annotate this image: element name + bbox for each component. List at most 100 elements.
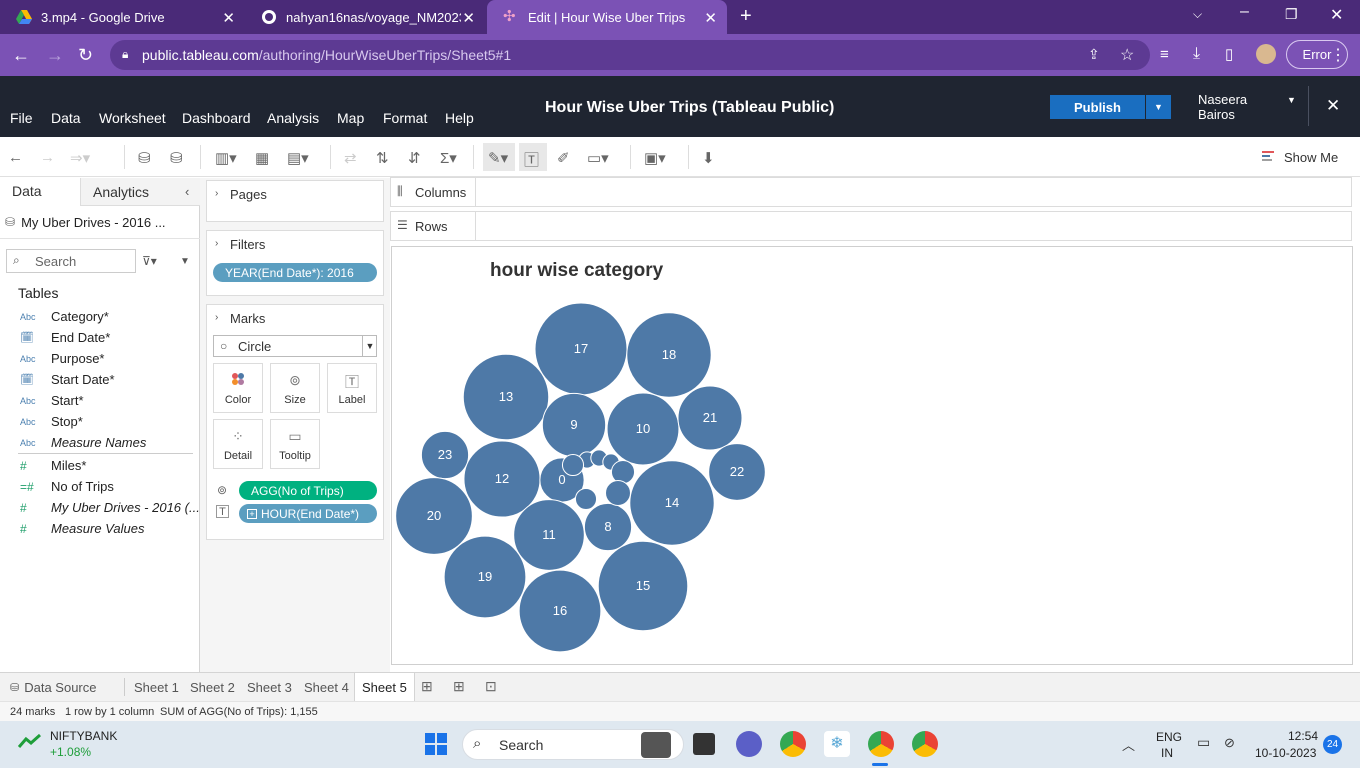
field-item[interactable]: Abc Measure Names — [0, 432, 198, 453]
pages-card[interactable]: › Pages — [206, 180, 384, 222]
chrome-profile-icon[interactable] — [868, 731, 894, 757]
menu-dashboard[interactable]: Dashboard — [182, 110, 251, 126]
show-me-label[interactable]: Show Me — [1284, 150, 1338, 165]
redo-icon[interactable]: → — [40, 149, 55, 166]
sheet-tab-1[interactable]: Sheet 1 — [127, 673, 186, 701]
size-pill[interactable]: AGG(No of Trips) — [239, 481, 377, 500]
tooltip-button[interactable]: ▭ Tooltip — [270, 419, 320, 469]
clock-time[interactable]: 12:54 — [1288, 729, 1318, 743]
chrome-icon-2[interactable] — [912, 731, 938, 757]
menu-help[interactable]: Help — [445, 110, 474, 126]
sheet-tab-2[interactable]: Sheet 2 — [183, 673, 242, 701]
task-view-icon[interactable] — [693, 733, 715, 755]
sidepanel-icon[interactable]: ▯ — [1225, 45, 1233, 63]
url-field[interactable]: 🔒︎ public.tableau.com/authoring/HourWise… — [110, 40, 1150, 70]
filters-card[interactable]: › Filters YEAR(End Date*): 2016 — [206, 230, 384, 296]
rows-shelf[interactable]: ☰ Rows — [390, 211, 1352, 241]
replay-icon[interactable]: ⇒▾ — [70, 149, 90, 167]
close-icon[interactable]: ✕ — [462, 9, 475, 27]
collapse-pane-icon[interactable]: ‹ — [185, 184, 189, 199]
field-item[interactable]: # Miles* — [0, 455, 198, 476]
media-icon[interactable]: ≡ — [1160, 46, 1169, 63]
fit-view-icon[interactable]: ▭▾ — [587, 149, 609, 167]
user-menu-chevron-icon[interactable]: ▼ — [1287, 95, 1296, 105]
share-icon[interactable]: ⇪ — [1088, 46, 1100, 63]
datasource-tab[interactable]: ⛁ Data Source — [10, 673, 96, 701]
mark-type-chevron-icon[interactable]: ▼ — [362, 336, 377, 356]
browser-tab-drive[interactable]: 3.mp4 - Google Drive ✕ — [0, 0, 245, 34]
publish-dropdown-chevron-icon[interactable]: ▼ — [1146, 95, 1171, 119]
lang-line1[interactable]: ENG — [1156, 730, 1182, 744]
bubble-mark[interactable] — [574, 487, 598, 511]
sheet-tab-4[interactable]: Sheet 4 — [297, 673, 356, 701]
duplicate-sheet-icon[interactable]: ▦ — [255, 149, 269, 167]
pause-updates-icon[interactable]: ⛁ — [170, 149, 183, 167]
taskbar-search[interactable]: ⌕ Search — [462, 729, 684, 760]
totals-icon[interactable]: Σ▾ — [440, 149, 457, 167]
field-item[interactable]: Abc Purpose* — [0, 348, 198, 369]
new-datasource-icon[interactable]: ⛁ — [138, 149, 151, 167]
pane-menu-chevron-icon[interactable]: ▼ — [180, 256, 190, 267]
filter-pill[interactable]: YEAR(End Date*): 2016 — [213, 263, 377, 282]
reload-icon[interactable]: ↻ — [78, 45, 93, 66]
bubble-mark[interactable] — [610, 459, 636, 485]
new-worksheet-icon[interactable]: ⊞ — [421, 678, 433, 695]
snowflake-app-icon[interactable]: ❄ — [824, 731, 850, 757]
close-icon[interactable]: ✕ — [704, 9, 717, 27]
collapse-chevron-icon[interactable]: › — [215, 238, 218, 249]
columns-shelf[interactable]: ⫼ Columns — [390, 177, 1352, 207]
close-window-icon[interactable]: ✕ — [1330, 5, 1343, 25]
highlight-icon[interactable]: ✎▾ — [488, 149, 508, 167]
meet-app-icon[interactable] — [736, 731, 762, 757]
collapse-chevron-icon[interactable]: › — [215, 312, 218, 323]
field-item[interactable]: Abc Category* — [0, 306, 198, 327]
field-search-input[interactable]: ⌕ Search — [6, 249, 136, 273]
display-icon[interactable]: ▭ — [1197, 734, 1210, 751]
field-item[interactable]: 🗓︎ End Date* — [0, 327, 198, 348]
menu-analysis[interactable]: Analysis — [267, 110, 319, 126]
new-tab-icon[interactable]: + — [740, 5, 752, 28]
tab-data[interactable]: Data — [0, 178, 80, 206]
sort-descending-icon[interactable]: ⇵ — [408, 149, 421, 167]
chevron-down-icon[interactable]: ⌵ — [1193, 7, 1202, 22]
presentation-icon[interactable]: ▣▾ — [644, 149, 666, 167]
notification-badge[interactable]: 24 — [1323, 735, 1342, 754]
new-dashboard-icon[interactable]: ⊞ — [453, 678, 465, 695]
bubble-chart[interactable]: 17 18 13 9 10 21 23 12 0 14 22 20 11 8 19 16 15 — [392, 247, 1352, 664]
size-button[interactable]: ⊚ Size — [270, 363, 320, 413]
minimize-icon[interactable]: – — [1240, 3, 1249, 21]
mark-type-select[interactable]: ○ Circle ▼ — [213, 335, 377, 357]
user-name[interactable]: Naseera Bairos — [1198, 92, 1247, 122]
menu-file[interactable]: File — [10, 110, 33, 126]
bubble-mark[interactable] — [561, 453, 585, 477]
browser-tab-tableau[interactable]: ✣ Edit | Hour Wise Uber Trips ✕ — [487, 0, 727, 34]
sheet-tab-3[interactable]: Sheet 3 — [240, 673, 299, 701]
speaker-muted-icon[interactable]: ⊘ — [1224, 735, 1235, 751]
windows-start-icon[interactable] — [425, 733, 447, 758]
field-item[interactable]: # My Uber Drives - 2016 (... — [0, 497, 200, 518]
show-me-icon[interactable] — [1262, 150, 1276, 167]
bookmark-star-icon[interactable]: ☆ — [1120, 45, 1134, 65]
undo-icon[interactable]: ← — [8, 149, 23, 166]
download-icon[interactable]: ⤓ — [1193, 45, 1200, 63]
kebab-menu-icon[interactable]: ⋮ — [1330, 45, 1346, 65]
show-labels-icon[interactable]: 🅃︎ — [524, 149, 539, 170]
browser-tab-github[interactable]: nahyan16nas/voyage_NM2023T ✕ — [245, 0, 485, 34]
filter-fields-icon[interactable]: ⊽▾ — [142, 254, 157, 268]
close-icon[interactable]: ✕ — [222, 9, 235, 27]
new-worksheet-icon[interactable]: ▥▾ — [215, 149, 237, 167]
menu-map[interactable]: Map — [337, 110, 364, 126]
datasource-item[interactable]: ⛁ My Uber Drives - 2016 ... — [5, 212, 197, 232]
swap-icon[interactable]: ⇄ — [344, 149, 357, 167]
tab-analytics[interactable]: Analytics ‹ — [80, 178, 200, 206]
clear-sheet-icon[interactable]: ▤▾ — [287, 149, 309, 167]
field-item[interactable]: =# No of Trips — [0, 476, 198, 497]
viz-canvas[interactable]: hour wise category 17 18 13 9 10 21 23 12 0 14 22 2… — [391, 246, 1353, 665]
format-workbook-icon[interactable]: ✐ — [557, 149, 570, 167]
tray-chevron-up-icon[interactable]: ︿ — [1122, 735, 1135, 754]
menu-format[interactable]: Format — [383, 110, 427, 126]
profile-avatar[interactable] — [1256, 44, 1276, 64]
sort-ascending-icon[interactable]: ⇅ — [376, 149, 389, 167]
label-pill[interactable]: + HOUR(End Date*) — [239, 504, 377, 523]
color-button[interactable]: Color — [213, 363, 263, 413]
